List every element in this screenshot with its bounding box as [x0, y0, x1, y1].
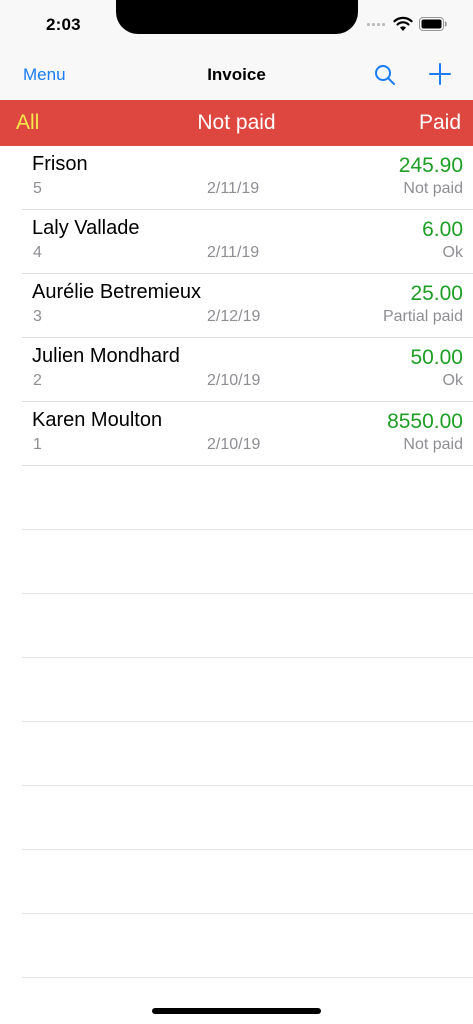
invoice-row[interactable]: Karen Moulton 1 2/10/19 8550.00 Not paid — [0, 402, 473, 466]
invoice-number: 1 — [33, 436, 42, 453]
segment-paid[interactable]: Paid — [419, 111, 461, 135]
invoice-row[interactable]: Laly Vallade 4 2/11/19 6.00 Ok — [0, 210, 473, 274]
invoice-amount: 6.00 — [422, 218, 463, 241]
invoice-date: 2/12/19 — [207, 308, 261, 325]
empty-list-row — [0, 594, 473, 658]
invoice-row[interactable]: Aurélie Betremieux 3 2/12/19 25.00 Parti… — [0, 274, 473, 338]
invoice-row[interactable]: Julien Mondhard 2 2/10/19 50.00 Ok — [0, 338, 473, 402]
wifi-icon — [393, 16, 413, 31]
battery-icon — [419, 17, 447, 31]
page-title: Invoice — [207, 65, 266, 84]
search-icon[interactable] — [373, 63, 397, 87]
plus-icon[interactable] — [428, 62, 452, 86]
cellular-signal-icon — [367, 23, 385, 26]
status-time: 2:03 — [46, 15, 81, 34]
invoice-number: 3 — [33, 308, 42, 325]
empty-list-row — [0, 466, 473, 530]
client-name: Aurélie Betremieux — [32, 281, 201, 303]
home-indicator[interactable] — [152, 1008, 321, 1014]
empty-list-row — [0, 722, 473, 786]
empty-list-row — [0, 786, 473, 850]
invoice-number: 2 — [33, 372, 42, 389]
invoice-amount: 50.00 — [410, 346, 463, 369]
invoice-row[interactable]: Frison 5 2/11/19 245.90 Not paid — [0, 146, 473, 210]
invoice-amount: 25.00 — [410, 282, 463, 305]
invoice-number: 5 — [33, 180, 42, 197]
status-bar: 2:03 — [0, 0, 473, 50]
invoice-amount: 8550.00 — [387, 410, 463, 433]
invoice-number: 4 — [33, 244, 42, 261]
empty-list-row — [0, 914, 473, 978]
payment-status: Ok — [442, 372, 463, 389]
invoice-date: 2/10/19 — [207, 436, 261, 453]
empty-list-row — [0, 850, 473, 914]
invoice-date: 2/11/19 — [207, 244, 260, 261]
payment-status: Ok — [442, 244, 463, 261]
invoice-date: 2/11/19 — [207, 180, 260, 197]
empty-list-row — [0, 530, 473, 594]
payment-status: Not paid — [403, 436, 463, 453]
payment-status: Partial paid — [382, 308, 463, 325]
device-notch — [116, 0, 358, 34]
empty-list-row — [0, 658, 473, 722]
segment-all[interactable]: All — [16, 111, 39, 135]
invoice-date: 2/10/19 — [207, 372, 261, 389]
invoice-amount: 245.90 — [398, 154, 463, 177]
segment-not-paid[interactable]: Not paid — [0, 111, 473, 135]
client-name: Frison — [32, 153, 88, 175]
client-name: Julien Mondhard — [32, 345, 180, 367]
client-name: Laly Vallade — [32, 217, 140, 239]
client-name: Karen Moulton — [32, 409, 163, 431]
invoice-list: Frison 5 2/11/19 245.90 Not paid Laly Va… — [0, 146, 473, 978]
payment-status: Not paid — [403, 180, 463, 197]
filter-segment-bar: Not paid All Paid — [0, 100, 473, 146]
navigation-bar: Menu Invoice — [0, 50, 473, 100]
